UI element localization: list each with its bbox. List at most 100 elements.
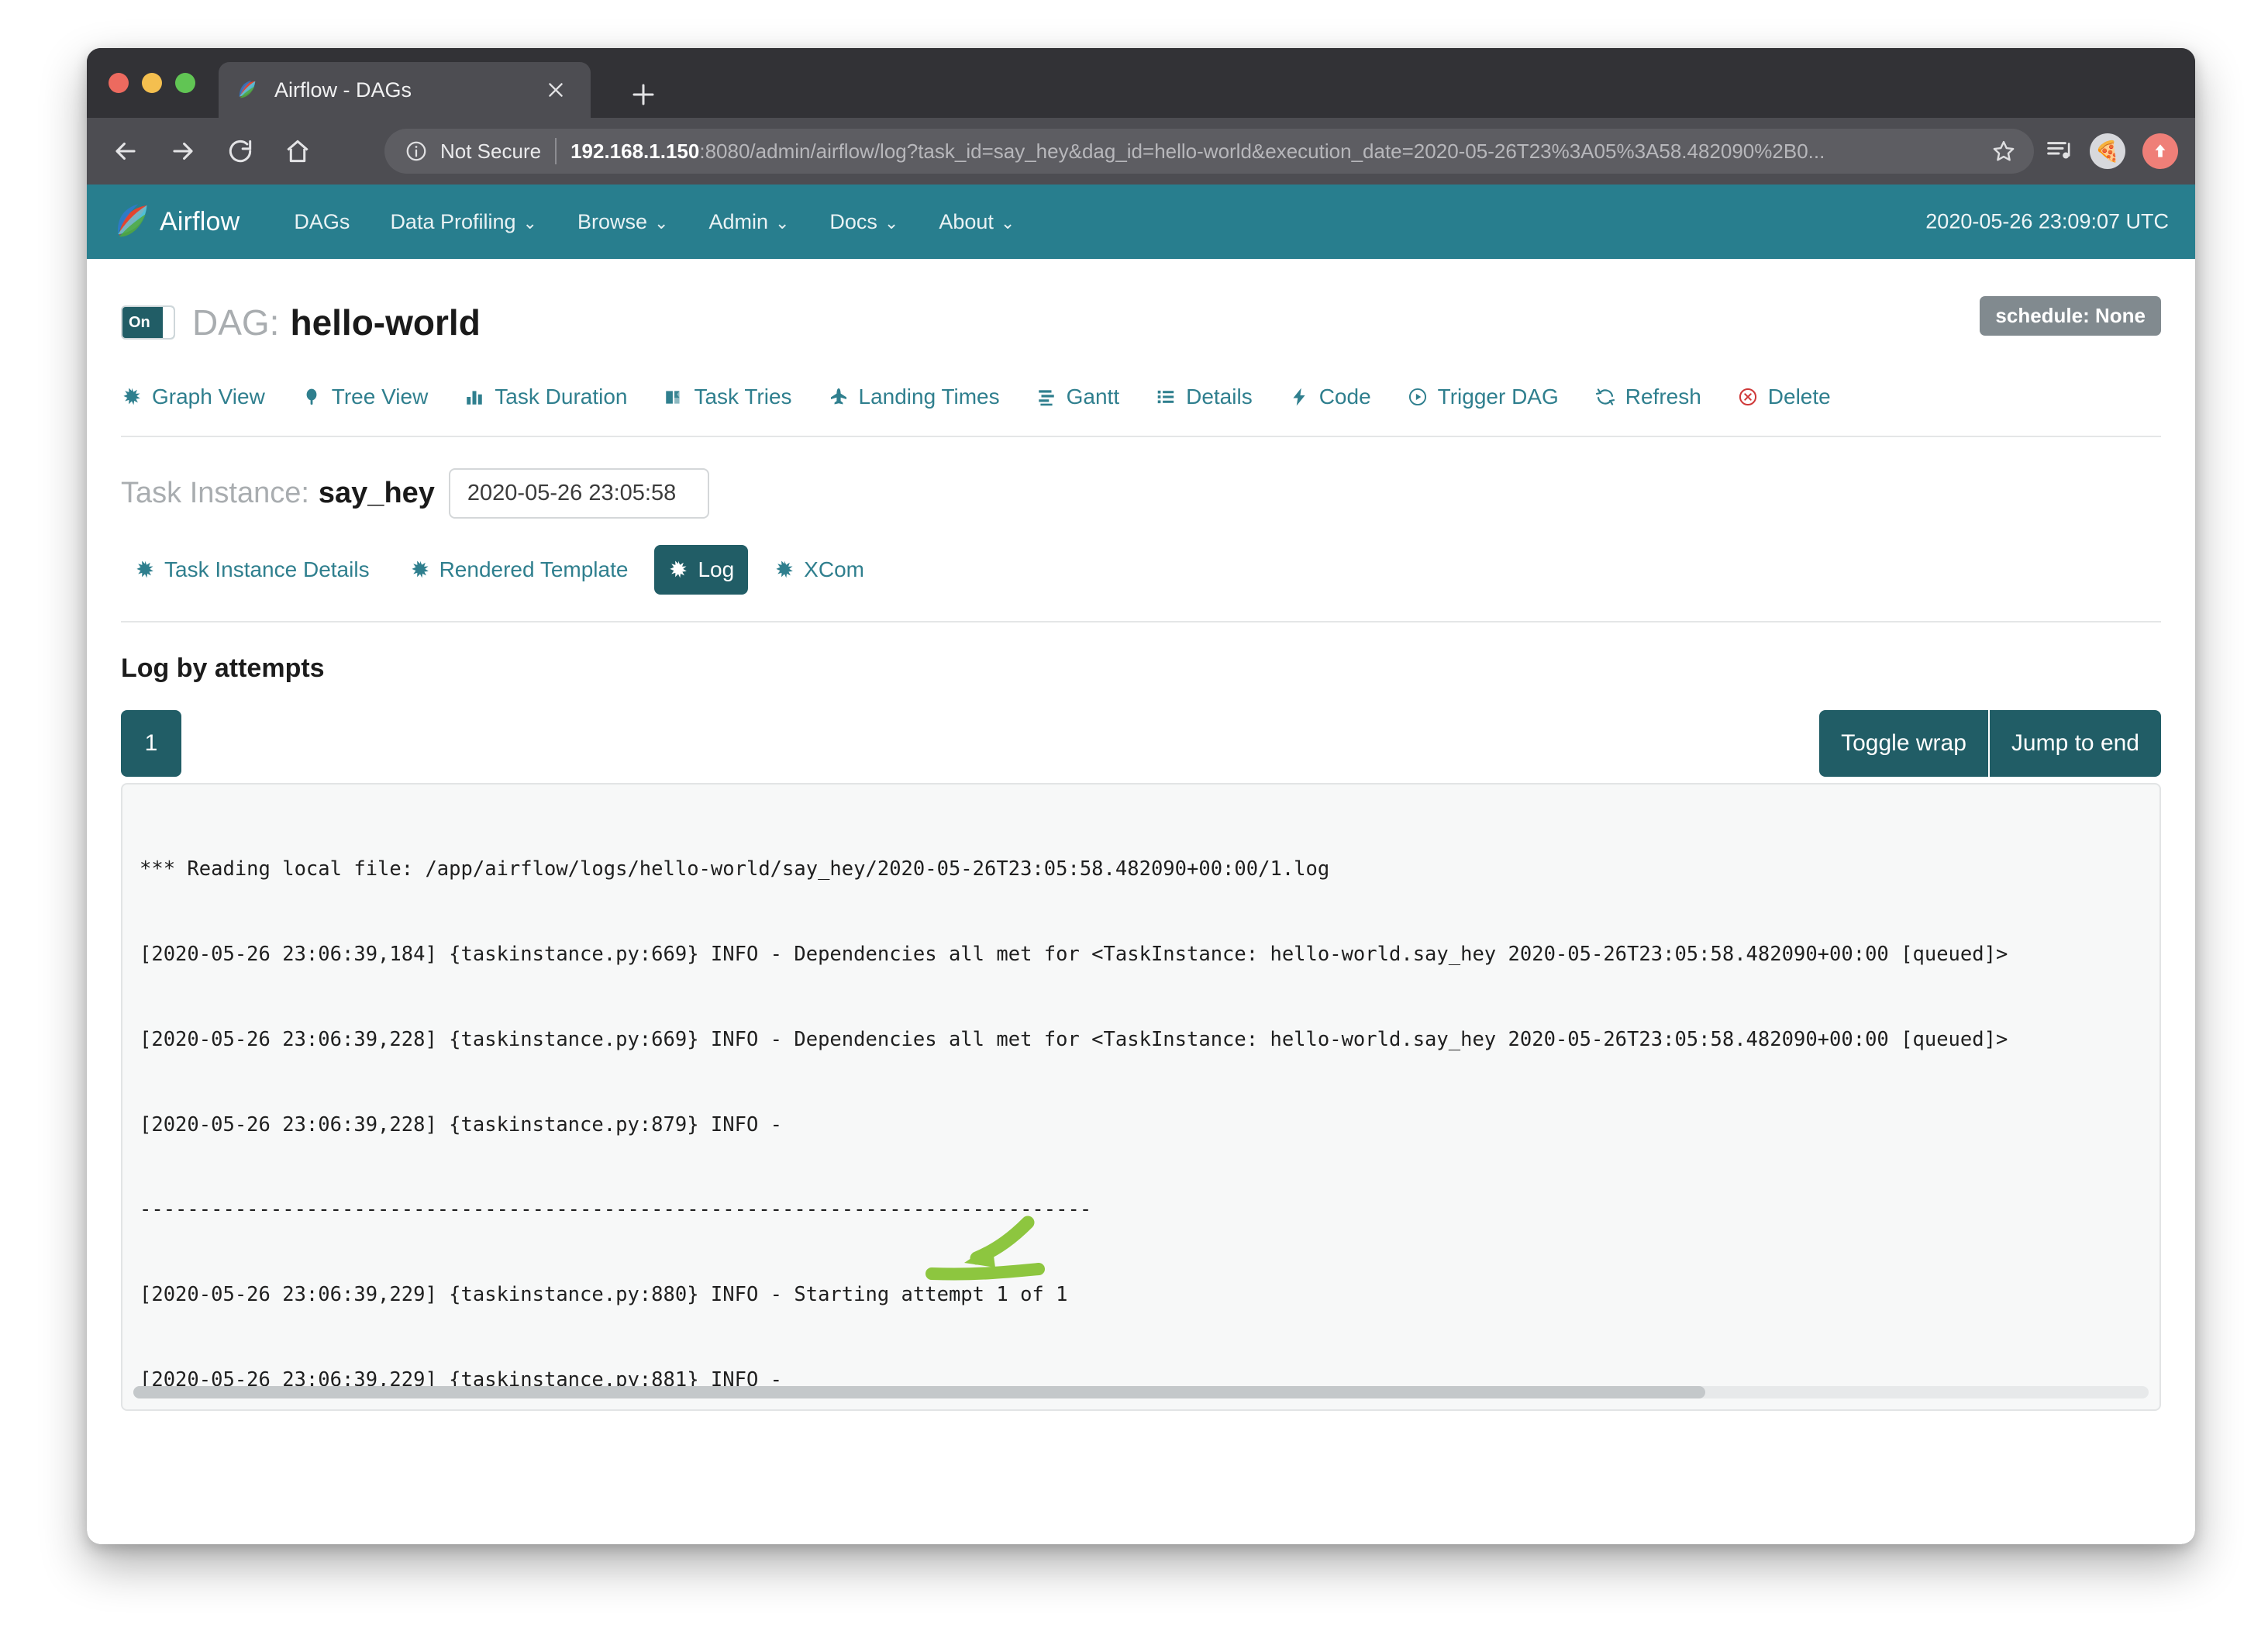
home-icon[interactable] (279, 133, 316, 170)
tab-label: Task Tries (694, 385, 792, 409)
asterisk-icon (668, 560, 688, 580)
tab-landing-times[interactable]: Landing Times (828, 385, 1000, 409)
airflow-brand-label: Airflow (160, 206, 240, 236)
task-instance-tabs: Task Instance Details Rendered Template … (121, 545, 2161, 595)
lightning-icon (1288, 386, 1310, 408)
minimize-window-button[interactable] (142, 73, 162, 93)
log-line: [2020-05-26 23:06:39,228] {taskinstance.… (140, 1112, 794, 1136)
address-bar[interactable]: Not Secure 192.168.1.150:8080/admin/airf… (384, 129, 2034, 174)
log-lines: *** Reading local file: /app/airflow/log… (122, 785, 2159, 1409)
airflow-pinwheel-icon (110, 202, 153, 242)
log-line: *** Reading local file: /app/airflow/log… (140, 857, 1330, 881)
nav-item-label: Docs (829, 209, 877, 233)
tab-tree-view[interactable]: Tree View (301, 385, 429, 409)
tab-log[interactable]: Log (654, 545, 749, 595)
close-icon[interactable] (543, 77, 569, 103)
nav-item-browse[interactable]: Browse ⌄ (557, 210, 688, 234)
dag-on-off-toggle[interactable]: On (121, 305, 175, 340)
log-attempt-row: 1 Toggle wrap Jump to end (121, 710, 2161, 777)
browser-tab[interactable]: Airflow - DAGs (219, 62, 591, 118)
tab-details[interactable]: Details (1155, 385, 1253, 409)
bar-chart-icon (464, 386, 485, 408)
log-line: [2020-05-26 23:06:39,228] {taskinstance.… (140, 1027, 2008, 1051)
task-tries-icon (663, 386, 684, 408)
tab-label: Rendered Template (439, 557, 629, 581)
nav-item-dags[interactable]: DAGs (274, 210, 370, 234)
tab-trigger-dag[interactable]: Trigger DAG (1407, 385, 1559, 409)
chevron-down-icon: ⌄ (884, 212, 899, 233)
execution-date-input[interactable]: 2020-05-26 23:05:58 (448, 468, 709, 519)
scrollbar-thumb[interactable] (133, 1386, 1705, 1398)
gantt-icon (1036, 386, 1057, 408)
reading-list-icon[interactable] (2043, 134, 2077, 168)
dag-toggle-label: On (129, 313, 150, 331)
browser-tab-title: Airflow - DAGs (274, 78, 412, 102)
nav-item-data-profiling[interactable]: Data Profiling ⌄ (370, 210, 557, 234)
tab-rendered-template[interactable]: Rendered Template (396, 545, 643, 595)
status-badge: schedule: None (1980, 296, 2161, 336)
new-tab-button[interactable] (629, 81, 657, 114)
airflow-brand[interactable]: Airflow (110, 202, 240, 242)
tab-xcom[interactable]: XCom (760, 545, 878, 595)
delete-circle-icon (1737, 386, 1759, 408)
star-icon[interactable] (1991, 138, 2017, 164)
close-window-button[interactable] (109, 73, 129, 93)
tab-label: Gantt (1066, 385, 1120, 409)
tab-task-duration[interactable]: Task Duration (464, 385, 627, 409)
tab-task-instance-details[interactable]: Task Instance Details (121, 545, 384, 595)
tab-refresh[interactable]: Refresh (1594, 385, 1701, 409)
asterisk-icon (774, 560, 794, 580)
nav-item-label: DAGs (294, 209, 350, 233)
refresh-icon (1594, 386, 1616, 408)
browser-toolbar: Not Secure 192.168.1.150:8080/admin/airf… (87, 118, 2195, 185)
reload-icon[interactable] (222, 133, 259, 170)
log-line: [2020-05-26 23:06:39,184] {taskinstance.… (140, 942, 2008, 966)
tree-icon (301, 386, 322, 408)
window-controls[interactable] (109, 73, 195, 93)
jump-to-end-button[interactable]: Jump to end (1987, 710, 2161, 777)
tab-label: Delete (1767, 385, 1831, 409)
forward-arrow-icon[interactable] (164, 133, 202, 170)
nav-item-label: About (939, 209, 994, 233)
nav-item-admin[interactable]: Admin ⌄ (688, 210, 809, 234)
tab-task-tries[interactable]: Task Tries (663, 385, 792, 409)
tab-gantt[interactable]: Gantt (1036, 385, 1119, 409)
section-divider-2 (121, 621, 2161, 622)
tab-label: Tree View (331, 385, 429, 409)
tab-label: Details (1186, 385, 1253, 409)
attempt-1-button[interactable]: 1 (121, 710, 181, 777)
back-arrow-icon[interactable] (107, 133, 144, 170)
pizza-avatar-icon[interactable]: 🍕 (2090, 133, 2125, 169)
tab-code[interactable]: Code (1288, 385, 1371, 409)
extension-upload-icon[interactable] (2142, 133, 2178, 169)
task-instance-row: Task Instance: say_hey 2020-05-26 23:05:… (121, 468, 2161, 519)
task-instance-label: Task Instance: (121, 477, 309, 509)
maximize-window-button[interactable] (175, 73, 195, 93)
dag-header: On DAG: hello-world schedule: None (121, 259, 2161, 350)
page-viewport: Airflow DAGs Data Profiling ⌄ Browse ⌄ Adm… (87, 185, 2195, 1544)
tab-label: Log (698, 557, 735, 581)
nav-item-about[interactable]: About ⌄ (919, 210, 1035, 234)
tab-label: Refresh (1625, 385, 1701, 409)
section-divider (121, 436, 2161, 437)
toggle-wrap-button[interactable]: Toggle wrap (1819, 710, 1988, 777)
info-circle-icon[interactable] (405, 140, 428, 163)
url-host: 192.168.1.150 (570, 139, 700, 163)
log-horizontal-scrollbar[interactable] (133, 1386, 2149, 1398)
tab-graph-view[interactable]: Graph View (121, 385, 265, 409)
tab-label: Landing Times (858, 385, 1000, 409)
airflow-pinwheel-icon (236, 78, 259, 102)
tab-label: Trigger DAG (1437, 385, 1559, 409)
task-instance-name: say_hey (318, 477, 435, 509)
asterisk-icon (135, 560, 155, 580)
asterisk-icon (410, 560, 430, 580)
navbar-menu: DAGs Data Profiling ⌄ Browse ⌄ Admin ⌄ Docs… (274, 210, 1035, 234)
tab-label: Task Duration (495, 385, 628, 409)
tab-delete[interactable]: Delete (1737, 385, 1831, 409)
address-bar-url[interactable]: 192.168.1.150:8080/admin/airflow/log?tas… (570, 140, 1825, 164)
nav-item-label: Browse (577, 209, 647, 233)
log-output-panel[interactable]: *** Reading local file: /app/airflow/log… (121, 783, 2161, 1411)
plane-icon (828, 386, 850, 408)
browser-title-bar: Airflow - DAGs (87, 48, 2195, 118)
nav-item-docs[interactable]: Docs ⌄ (809, 210, 919, 234)
